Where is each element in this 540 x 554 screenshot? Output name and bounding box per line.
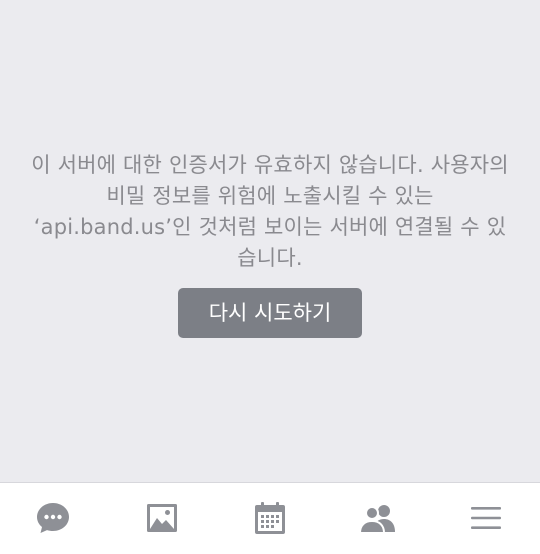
calendar-icon [255, 502, 285, 534]
members-icon [358, 505, 395, 534]
tab-chat[interactable] [33, 498, 73, 538]
tab-photos[interactable] [142, 498, 182, 538]
photo-icon [147, 504, 177, 532]
main-content: 이 서버에 대한 인증서가 유효하지 않습니다. 사용자의 비밀 정보를 위험에… [0, 0, 540, 482]
chat-bubble-icon [37, 503, 69, 533]
menu-icon [471, 507, 501, 529]
certificate-error-message: 이 서버에 대한 인증서가 유효하지 않습니다. 사용자의 비밀 정보를 위험에… [31, 153, 509, 270]
tab-calendar[interactable] [250, 498, 290, 538]
bottom-tab-bar [0, 482, 540, 554]
retry-button[interactable]: 다시 시도하기 [178, 288, 362, 338]
tab-menu[interactable] [466, 498, 506, 538]
tab-members[interactable] [358, 498, 398, 538]
